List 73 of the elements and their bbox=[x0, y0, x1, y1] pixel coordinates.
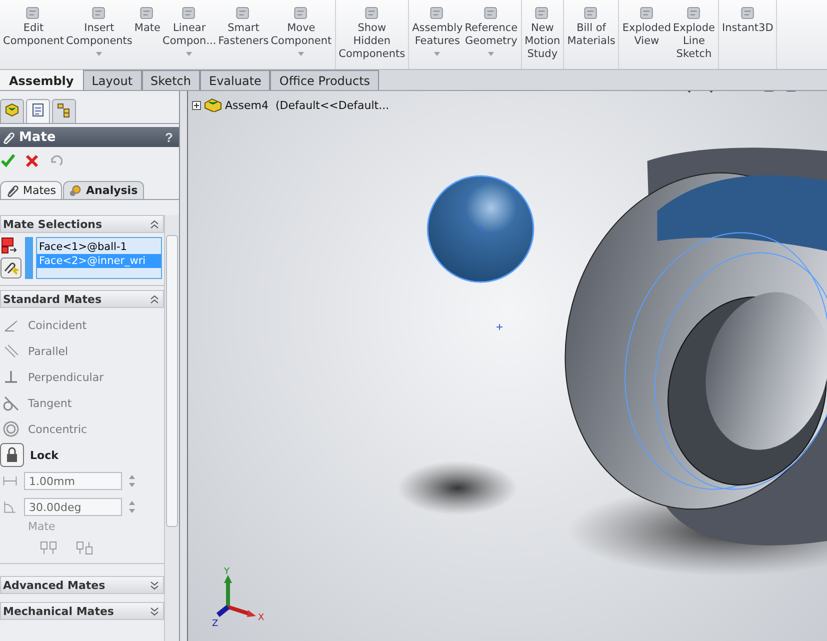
section-header[interactable]: Mechanical Mates bbox=[0, 602, 164, 620]
ribbon-tab[interactable]: Assembly bbox=[0, 70, 83, 90]
axis-triad-drawing bbox=[216, 575, 256, 617]
panel-subtab[interactable]: Analysis bbox=[63, 181, 144, 199]
mate-option[interactable]: Concentric bbox=[0, 416, 164, 442]
spinner-button[interactable] bbox=[128, 499, 136, 515]
panel-title: Mate bbox=[19, 130, 57, 144]
tangent-icon bbox=[2, 394, 20, 412]
selection-item[interactable]: Face<1>@ball-1 bbox=[37, 240, 161, 254]
check-icon[interactable] bbox=[0, 153, 16, 169]
toolbar-button[interactable]: Assembly Features bbox=[411, 0, 464, 69]
toolbar-button[interactable]: Move Component bbox=[270, 0, 333, 69]
toolbar-button[interactable]: Linear Compon... bbox=[161, 0, 218, 69]
caret-icon bbox=[488, 52, 494, 56]
panel-tab[interactable] bbox=[26, 99, 50, 123]
toolbar-button[interactable]: Edit Component bbox=[2, 0, 65, 69]
toolbar-button[interactable]: Instant3D bbox=[720, 0, 774, 69]
ribbon-tab[interactable]: Sketch bbox=[142, 70, 200, 90]
section-title: Advanced Mates bbox=[3, 578, 106, 592]
mate-option[interactable]: Lock bbox=[0, 442, 164, 468]
aligned-icon[interactable] bbox=[40, 541, 58, 555]
toolbar-button[interactable]: Reference Geometry bbox=[464, 0, 519, 69]
tree-label: Assem4 (Default<<Default... bbox=[225, 98, 390, 112]
toolbar-button[interactable]: Smart Fasteners bbox=[217, 0, 270, 69]
caret-icon bbox=[298, 52, 304, 56]
scrollbar[interactable] bbox=[164, 215, 179, 641]
selection-list[interactable]: Face<1>@ball-1 Face<2>@inner_wri bbox=[36, 237, 162, 279]
ribbon-tab[interactable]: Evaluate bbox=[200, 70, 270, 90]
caret-icon bbox=[186, 52, 192, 56]
mate-option[interactable]: Perpendicular bbox=[0, 364, 164, 390]
perpendicular-icon bbox=[2, 368, 20, 386]
toolbar-button[interactable]: Bill of Materials bbox=[566, 0, 616, 69]
toolbar-button[interactable]: Exploded View bbox=[621, 0, 672, 69]
close-icon[interactable] bbox=[24, 153, 40, 169]
toolbar-button[interactable]: Insert Components bbox=[64, 0, 134, 69]
anti-aligned-icon[interactable] bbox=[76, 541, 94, 555]
x-axis-label: X bbox=[258, 613, 264, 623]
clipboard-icon bbox=[30, 102, 46, 118]
panel-subtab[interactable]: Mates bbox=[0, 181, 62, 199]
paperclip-icon bbox=[2, 130, 15, 144]
section-title: Mate Selections bbox=[3, 218, 102, 230]
swap-faces-icon[interactable] bbox=[0, 237, 18, 255]
tree-item[interactable]: Assem4 (Default<<Default... bbox=[192, 98, 390, 112]
section-header[interactable]: Mate Selections bbox=[0, 215, 164, 233]
z-axis-label: Z bbox=[212, 619, 218, 627]
mate-option[interactable]: Coincident bbox=[0, 312, 164, 338]
spinner-button[interactable] bbox=[128, 473, 136, 489]
alignment-label: Mate bbox=[27, 520, 56, 533]
toolbar-button[interactable]: Show Hidden Components bbox=[338, 0, 406, 69]
panel-splitter[interactable] bbox=[180, 91, 188, 641]
caret-icon bbox=[96, 52, 102, 56]
section-header[interactable]: Advanced Mates bbox=[0, 576, 164, 594]
section-title: Mechanical Mates bbox=[3, 604, 114, 618]
ribbon-tab[interactable]: Office Products bbox=[270, 70, 380, 90]
toolbar-button[interactable]: New Motion Study bbox=[524, 0, 562, 69]
help-button[interactable]: ? bbox=[165, 130, 173, 144]
tree-icon bbox=[56, 102, 72, 118]
caret-icon bbox=[434, 52, 440, 56]
section-header[interactable]: Standard Mates bbox=[0, 290, 164, 308]
selection-marker bbox=[25, 237, 33, 279]
panel-tab[interactable] bbox=[52, 99, 76, 123]
toolbar-button[interactable]: Explode Line Sketch bbox=[672, 0, 716, 69]
paperclip-lightning-icon[interactable] bbox=[0, 257, 22, 279]
ribbon-tab[interactable]: Layout bbox=[82, 70, 142, 90]
expand-icon[interactable] bbox=[192, 100, 201, 110]
assembly-icon bbox=[204, 98, 222, 112]
y-axis-label: Y bbox=[224, 567, 230, 577]
mate-option[interactable]: Parallel bbox=[0, 338, 164, 364]
mate-option[interactable]: Tangent bbox=[0, 390, 164, 416]
paperclip-icon bbox=[6, 184, 19, 197]
section-title: Standard Mates bbox=[3, 292, 102, 306]
panel-tab[interactable] bbox=[0, 99, 24, 123]
toolbar-button[interactable]: Mate bbox=[133, 0, 162, 69]
